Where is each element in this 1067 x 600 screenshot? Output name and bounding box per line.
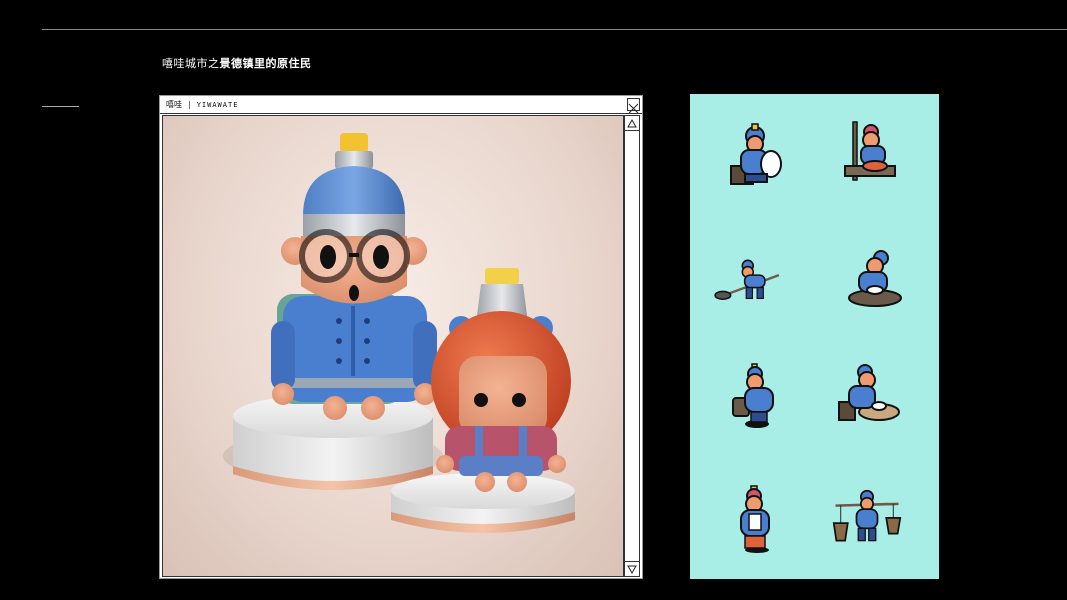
scrollbar[interactable] bbox=[624, 115, 640, 577]
child-holding-stack-icon bbox=[740, 485, 770, 553]
character-icons-panel bbox=[690, 94, 939, 579]
window-name: 嘻哇 bbox=[166, 100, 182, 109]
scroll-down-button[interactable] bbox=[625, 561, 639, 576]
window-brand: YIWAWATE bbox=[196, 100, 239, 109]
potter-at-workbench-icon bbox=[844, 121, 896, 181]
top-divider bbox=[42, 29, 1067, 30]
title-bold: 景德镇里的原住民 bbox=[219, 57, 312, 70]
worker-carrying-pot-icon bbox=[732, 363, 774, 428]
title-prefix: 嘻哇城市之 bbox=[162, 57, 220, 70]
scroll-up-button[interactable] bbox=[625, 116, 639, 131]
close-icon bbox=[628, 103, 639, 114]
side-accent-line bbox=[42, 106, 79, 107]
title-separator: | bbox=[188, 100, 191, 109]
worker-kneading-clay-icon bbox=[848, 250, 902, 307]
porter-with-baskets-icon bbox=[832, 489, 902, 542]
close-button[interactable] bbox=[627, 98, 640, 114]
character-render bbox=[162, 115, 624, 577]
worker-shoveling-icon bbox=[714, 259, 780, 300]
triangle-up-icon bbox=[627, 118, 637, 127]
worker-at-basin-icon bbox=[838, 364, 900, 421]
triangle-down-icon bbox=[627, 565, 637, 574]
image-window: 嘻哇 | YIWAWATE bbox=[159, 95, 643, 579]
window-titlebar: 嘻哇 | YIWAWATE bbox=[160, 96, 642, 114]
potter-painting-vase-icon bbox=[730, 123, 782, 185]
page-title: 嘻哇城市之景德镇里的原住民 bbox=[162, 55, 312, 71]
mascot-figures-illustration bbox=[223, 133, 575, 533]
